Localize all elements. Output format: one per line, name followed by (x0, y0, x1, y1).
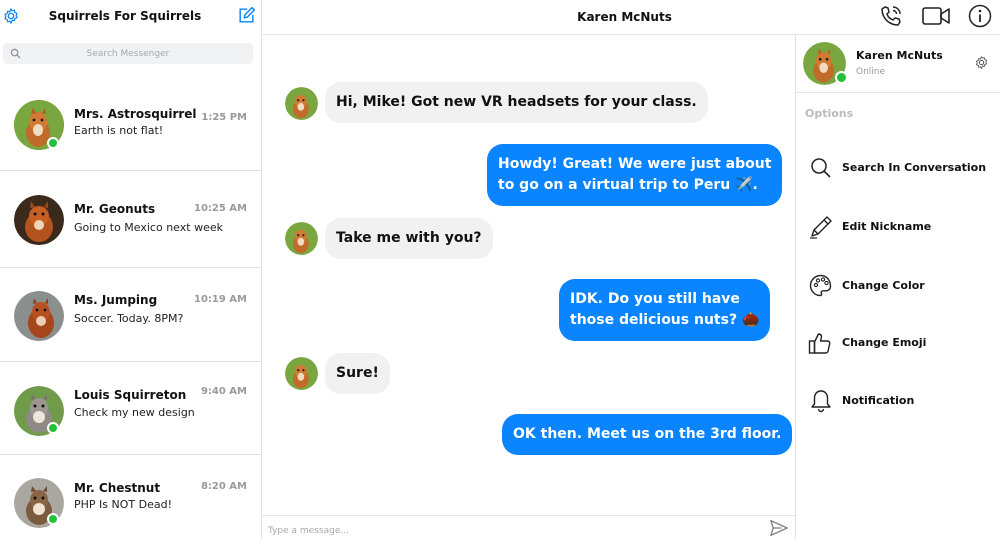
message-preview: Check my new design (74, 406, 195, 419)
option-label: Change Emoji (842, 336, 927, 349)
profile-status: Online (856, 67, 886, 77)
sender-avatar (285, 87, 318, 120)
option-change-emoji[interactable]: Change Emoji (796, 326, 1000, 360)
message-text: Sure! (336, 365, 379, 381)
option-edit-nickname[interactable]: Edit Nickname (796, 210, 1000, 244)
search-icon (811, 158, 831, 178)
message-time: 9:40 AM (200, 386, 247, 397)
conversation-item[interactable]: Mr. Chestnut PHP Is NOT Dead! 8:20 AM (0, 455, 261, 539)
option-label: Change Color (842, 279, 925, 292)
sender-avatar (285, 222, 318, 255)
online-status-dot (47, 513, 59, 525)
message-bubble-outgoing: Howdy! Great! We were just about to go o… (487, 144, 783, 206)
conversation-details-panel: Karen McNuts Online Options Search In Co… (795, 35, 1000, 539)
call-actions (795, 0, 1000, 35)
message-preview: PHP Is NOT Dead! (74, 498, 172, 511)
conversation-list-panel: Squirrels For Squirrels Mrs. Astrosquirr… (0, 0, 262, 539)
message-time: 1:25 PM (201, 112, 247, 123)
conversation-item[interactable]: Ms. Jumping Soccer. Today. 8PM? 10:19 AM (0, 268, 261, 362)
search-bar[interactable] (3, 43, 253, 64)
message-bubble-incoming: Take me with you? (325, 218, 493, 259)
message-text: to go on a virtual trip to Peru ✈️. (498, 177, 758, 193)
send-icon[interactable] (769, 519, 789, 537)
phone-call-icon[interactable] (879, 4, 903, 28)
message-text: Hi, Mike! Got new VR headsets for your c… (336, 94, 697, 110)
message-bubble-outgoing: OK then. Meet us on the 3rd floor. (502, 414, 793, 455)
message-preview: Earth is not flat! (74, 124, 164, 137)
contact-name: Mr. Geonuts (74, 202, 156, 216)
video-call-icon[interactable] (922, 6, 950, 26)
contact-name: Mr. Chestnut (74, 481, 161, 495)
message-bubble-outgoing: IDK. Do you still have those delicious n… (559, 279, 771, 341)
chat-panel: Karen McNuts Hi, Mike! Got new VR headse… (262, 0, 795, 539)
option-search-in-conversation[interactable]: Search In Conversation (796, 151, 1000, 185)
message-composer (262, 515, 795, 539)
message-time: 10:25 AM (193, 203, 247, 214)
message-text: Howdy! Great! We were just about (498, 156, 772, 172)
message-preview: Soccer. Today. 8PM? (74, 312, 184, 325)
pencil-icon (810, 216, 832, 239)
option-label: Notification (842, 394, 915, 407)
avatar (14, 291, 64, 341)
sender-avatar (285, 357, 318, 390)
bell-icon (811, 390, 831, 413)
online-status-dot (835, 71, 848, 84)
message-bubble-incoming: Hi, Mike! Got new VR headsets for your c… (325, 82, 708, 123)
online-status-dot (47, 422, 59, 434)
contact-name: Louis Squirreton (74, 388, 187, 402)
profile-settings-gear-icon[interactable] (974, 55, 989, 70)
conversation-item[interactable]: Louis Squirreton Check my new design 9:4… (0, 362, 261, 455)
contact-profile: Karen McNuts Online (796, 35, 1000, 93)
message-text: OK then. Meet us on the 3rd floor. (513, 426, 782, 442)
options-heading: Options (805, 107, 854, 120)
message-text: Take me with you? (336, 230, 482, 246)
message-text: IDK. Do you still have (570, 291, 740, 307)
message-input[interactable] (268, 522, 748, 539)
palette-icon (809, 274, 832, 297)
thumbs-up-icon (808, 333, 831, 354)
info-icon[interactable] (968, 4, 992, 28)
app-title: Squirrels For Squirrels (48, 9, 202, 23)
contact-name: Mrs. Astrosquirrel (74, 107, 197, 121)
online-status-dot (47, 137, 59, 149)
profile-name: Karen McNuts (856, 49, 943, 62)
option-notification[interactable]: Notification (796, 384, 1000, 418)
message-bubble-incoming: Sure! (325, 353, 390, 394)
avatar (14, 195, 64, 245)
option-label: Edit Nickname (842, 220, 932, 233)
message-time: 8:20 AM (200, 481, 247, 492)
message-preview: Going to Mexico next week (74, 221, 223, 234)
chat-header: Karen McNuts (262, 0, 795, 35)
option-label: Search In Conversation (842, 161, 987, 174)
search-input[interactable] (3, 43, 253, 64)
conversation-item[interactable]: Mrs. Astrosquirrel Earth is not flat! 1:… (0, 79, 261, 171)
contact-name: Ms. Jumping (74, 293, 158, 307)
conversation-item[interactable]: Mr. Geonuts Going to Mexico next week 10… (0, 172, 261, 268)
conversation-list-header: Squirrels For Squirrels (0, 0, 261, 35)
message-text: those delicious nuts? 🌰 (570, 312, 760, 328)
compose-message-icon[interactable] (237, 6, 256, 25)
message-time: 10:19 AM (193, 294, 247, 305)
option-change-color[interactable]: Change Color (796, 269, 1000, 303)
